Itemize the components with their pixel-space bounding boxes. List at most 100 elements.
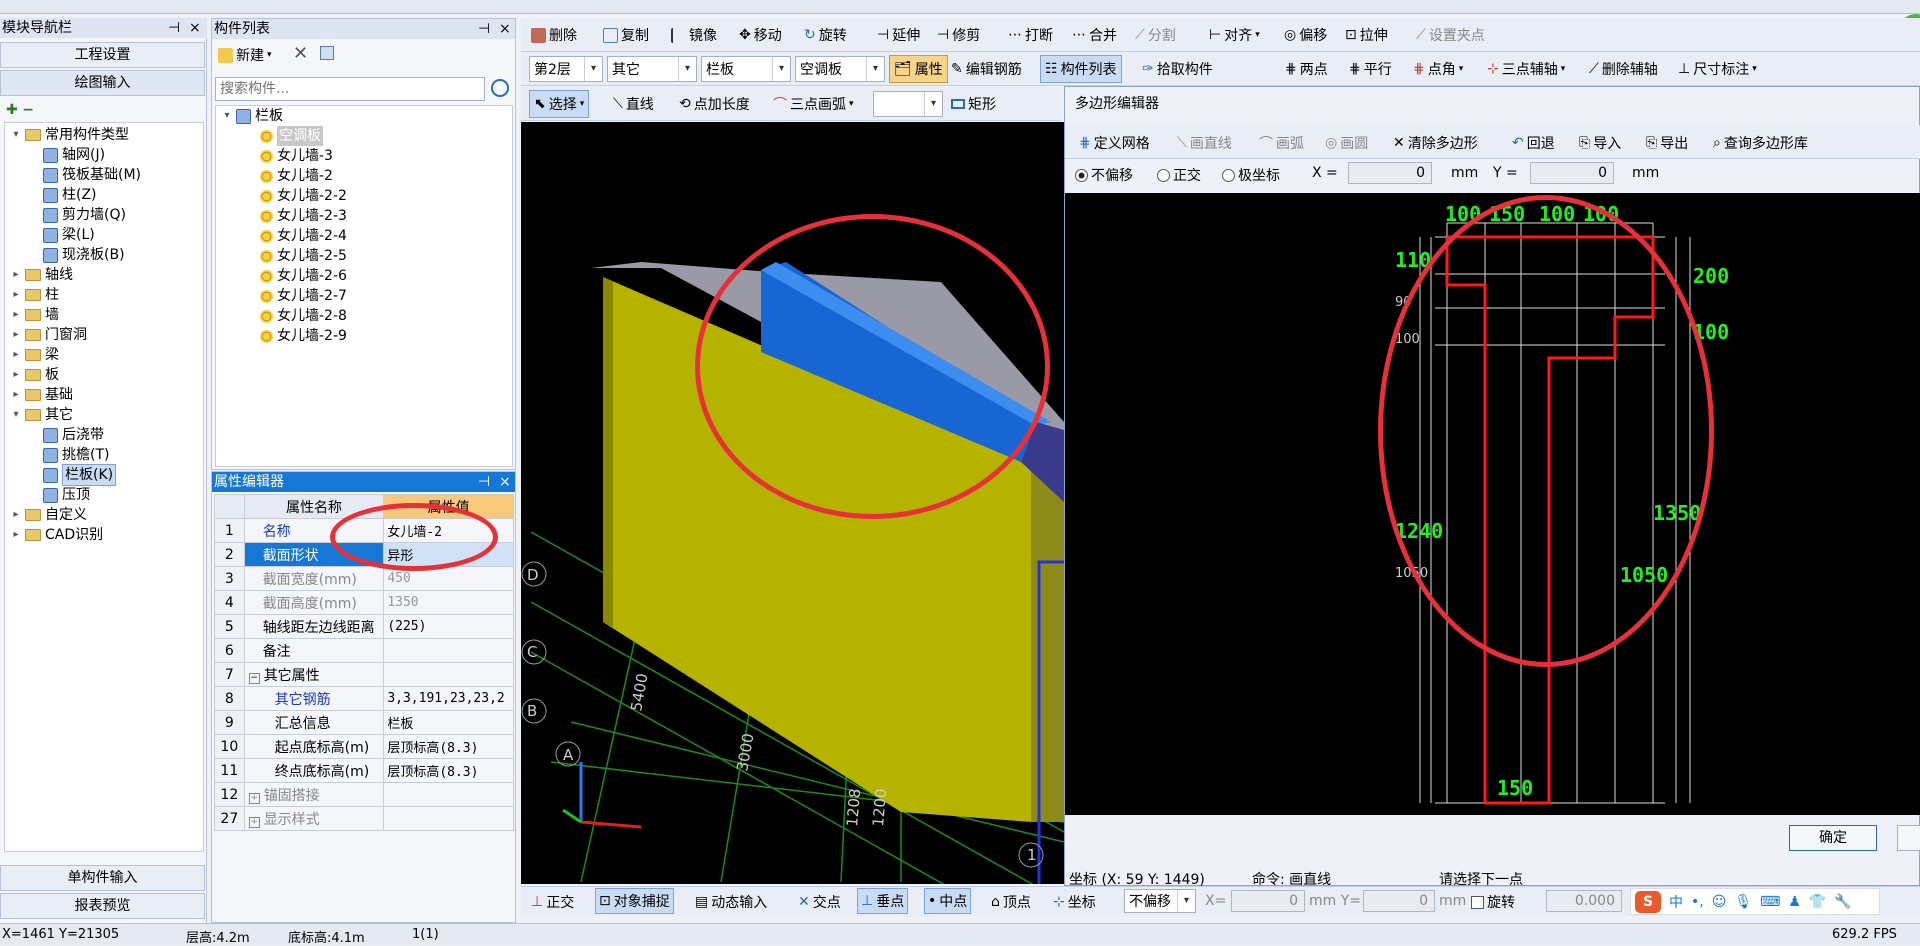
snap-toggle[interactable]: ⊡ 对象捕捉 (595, 888, 674, 914)
mirror-button[interactable]: 镜像 (671, 25, 717, 45)
property-value[interactable] (383, 662, 514, 687)
property-value[interactable] (383, 638, 514, 663)
add-icon[interactable]: ✚ (6, 102, 18, 118)
rotate-button[interactable]: ↻ 旋转 (804, 25, 847, 45)
nav-tree-item[interactable]: ▸ CAD识别 (11, 525, 103, 545)
collapse-icon[interactable]: ▾ (11, 405, 21, 425)
edit-rebar-button[interactable]: ✎ 编辑钢筋 (951, 59, 1022, 79)
expand-icon[interactable]: ▸ (11, 265, 21, 285)
x-input[interactable]: 0 (1348, 162, 1432, 184)
property-value[interactable]: 3,3,191,23,23,2 (383, 686, 514, 711)
report-preview-button[interactable]: 报表预览 (0, 893, 205, 919)
dimension-button[interactable]: ⊥ 尺寸标注 ▾ (1678, 59, 1757, 79)
single-input-button[interactable]: 单构件输入 (0, 865, 205, 891)
component-item[interactable]: 女儿墙-2-6 (260, 266, 347, 286)
collapse-icon[interactable]: ▾ (11, 125, 21, 145)
close-icon[interactable]: × (499, 19, 511, 39)
three-point-axis-button[interactable]: ⊹ 三点辅轴 ▾ (1487, 59, 1565, 79)
set-grip-button[interactable]: ⟋ 设置夹点 (1416, 25, 1485, 45)
property-row[interactable]: 10 起点底标高(m) 层顶标高(8.3) (214, 734, 514, 759)
search-icon[interactable] (491, 79, 509, 97)
move-button[interactable]: ✥ 移动 (739, 25, 782, 45)
expand-icon[interactable]: ▸ (11, 525, 21, 545)
offset-mode-dropdown[interactable]: 不偏移 ▾ (1124, 889, 1196, 913)
copy-button[interactable]: 复制 (603, 25, 649, 45)
draw-arc-button[interactable]: ⌒ 画弧 (1259, 133, 1304, 153)
nav-tree-item[interactable]: ▸ 轴线 (11, 265, 73, 285)
nav-tree-item[interactable]: ▸ 梁 (11, 345, 59, 365)
point-length-button[interactable]: ⟲ 点加长度 (679, 94, 750, 114)
export-button[interactable]: ⎘ 导出 (1646, 133, 1688, 153)
search-box[interactable] (215, 77, 485, 101)
nav-tree-item[interactable]: 现浇板(B) (43, 245, 125, 265)
property-row[interactable]: 6 备注 (214, 638, 514, 663)
property-row[interactable]: 5 轴线距左边线距离 (225) (214, 614, 514, 639)
expand-icon[interactable]: + (248, 792, 260, 804)
delete-button[interactable]: 删除 (531, 25, 577, 45)
extend-button[interactable]: ⊣ 延伸 (877, 25, 920, 45)
nav-tree-item[interactable]: ▾ 其它 (11, 405, 73, 425)
x-input[interactable]: 0 (1231, 890, 1305, 912)
two-points-button[interactable]: ⋕ 两点 (1285, 59, 1328, 79)
mid-toggle[interactable]: • 中点 (924, 888, 972, 914)
polygon-canvas[interactable]: 100 150 100 100 200 100 1350 1050 110 90… (1065, 193, 1920, 815)
ortho-radio[interactable]: 正交 (1157, 165, 1201, 185)
nav-tree-item[interactable]: 栏板(K) (43, 464, 117, 486)
three-point-arc-button[interactable]: ⌒ 三点画弧 ▾ (773, 94, 854, 114)
parallel-button[interactable]: ⋕ 平行 (1349, 59, 1392, 79)
ime-toolbar[interactable]: S 中 •, ☺ 🎙 ⌨ ♟ 👕 🔧 (1630, 888, 1880, 915)
expand-icon[interactable]: ▸ (11, 385, 21, 405)
property-row[interactable]: 9 汇总信息 栏板 (214, 710, 514, 735)
select-button[interactable]: ⬉ 选择 ▾ (529, 90, 590, 118)
property-value[interactable]: 层顶标高(8.3) (383, 734, 514, 759)
delete-x-icon[interactable]: ✕ (293, 43, 308, 64)
offset-button[interactable]: ◎ 偏移 (1284, 25, 1327, 45)
split-button[interactable]: ⟋ 分割 (1135, 25, 1176, 45)
pin-icon[interactable]: ⊣ (168, 18, 180, 38)
define-grid-button[interactable]: ⋕ 定义网格 (1079, 133, 1150, 153)
ok-button[interactable]: 确定 (1789, 825, 1877, 851)
intersect-toggle[interactable]: ✕ 交点 (798, 892, 841, 912)
point-angle-button[interactable]: ⋕ 点角 ▾ (1413, 59, 1463, 79)
drawing-input-button[interactable]: 绘图输入 (0, 70, 205, 96)
property-value[interactable]: (225) (383, 614, 514, 639)
ortho-toggle[interactable]: ⊥ 正交 (531, 892, 574, 912)
y-input[interactable]: 0 (1363, 890, 1435, 912)
component-tree-root[interactable]: ▾ 栏板 (222, 106, 283, 126)
component-item[interactable]: 女儿墙-2-4 (260, 226, 347, 246)
rect-button[interactable]: 矩形 (951, 94, 996, 114)
import-button[interactable]: ⎘ 导入 (1579, 133, 1621, 153)
nav-tree-item[interactable]: 柱(Z) (43, 185, 97, 205)
expand-icon[interactable]: ▸ (11, 325, 21, 345)
component-dropdown[interactable]: 空调板 ▾ (795, 56, 885, 82)
category-dropdown[interactable]: 其它 ▾ (607, 56, 697, 82)
component-item[interactable]: 女儿墙-2-8 (260, 306, 347, 326)
expand-icon[interactable]: ▸ (11, 345, 21, 365)
nav-tree-item[interactable]: 剪力墙(Q) (43, 205, 126, 225)
nav-tree-item[interactable]: ▸ 基础 (11, 385, 73, 405)
component-list-button[interactable]: ☷ 构件列表 (1040, 55, 1122, 83)
nav-tree-item[interactable]: ▾ 常用构件类型 (11, 125, 129, 145)
property-row[interactable]: 3 截面宽度(mm) 450 (214, 566, 514, 591)
nav-tree-item[interactable]: 筏板基础(M) (43, 165, 141, 185)
nav-tree-item[interactable]: 压顶 (43, 485, 90, 505)
component-item[interactable]: 女儿墙-2-2 (260, 186, 347, 206)
expand-icon[interactable]: ▸ (11, 305, 21, 325)
nav-tree-item[interactable]: ▸ 门窗洞 (11, 325, 87, 345)
property-row[interactable]: 12 + 锚固搭接 (214, 782, 514, 807)
perp-toggle[interactable]: ⊥ 垂点 (857, 888, 909, 914)
property-value[interactable]: 栏板 (383, 710, 514, 735)
component-item[interactable]: 女儿墙-2 (260, 166, 333, 186)
component-item[interactable]: 女儿墙-2-3 (260, 206, 347, 226)
component-item[interactable]: 女儿墙-2-5 (260, 246, 347, 266)
nav-tree-item[interactable]: 后浇带 (43, 425, 104, 445)
query-library-button[interactable]: ⌕ 查询多边形库 (1713, 133, 1808, 153)
expand-icon[interactable]: ▸ (11, 365, 21, 385)
component-item[interactable]: 女儿墙-2-9 (260, 326, 347, 346)
new-component-button[interactable]: 新建 ▾ (218, 45, 272, 65)
collapse-icon[interactable]: − (248, 672, 260, 684)
draw-circle-button[interactable]: ◎ 画圆 (1325, 133, 1368, 153)
nav-tree-item[interactable]: ▸ 自定义 (11, 505, 87, 525)
rotate-input[interactable]: 0.000 (1546, 890, 1622, 912)
close-icon[interactable]: × (189, 18, 201, 38)
